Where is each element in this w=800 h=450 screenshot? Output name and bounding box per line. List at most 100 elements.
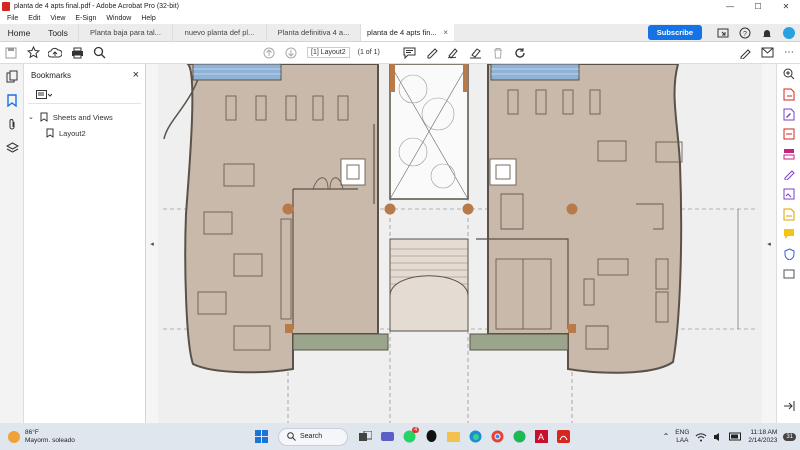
- wifi-icon[interactable]: [695, 432, 707, 442]
- menu-edit[interactable]: Edit: [25, 15, 43, 22]
- collapse-right-panel-icon[interactable]: ◂: [762, 64, 776, 423]
- send-for-signature-icon[interactable]: [777, 184, 800, 204]
- document-canvas[interactable]: [158, 64, 762, 423]
- clock-time: 11:18 AM: [750, 428, 778, 436]
- more-tools-icon[interactable]: [777, 264, 800, 284]
- export-pdf-icon[interactable]: [777, 84, 800, 104]
- weather-widget[interactable]: 86°F Mayorm. soleado: [8, 429, 148, 445]
- battery-icon[interactable]: [729, 432, 742, 441]
- more-options-icon[interactable]: ⋯: [780, 44, 798, 62]
- menu-view[interactable]: View: [47, 15, 68, 22]
- chevron-down-icon[interactable]: ⌄: [28, 113, 34, 121]
- rotate-icon[interactable]: [511, 44, 529, 62]
- input-language[interactable]: ENG LAA: [675, 429, 689, 445]
- notification-badge: 4: [412, 426, 419, 433]
- comment-tool-icon[interactable]: [777, 224, 800, 244]
- tab-home[interactable]: Home: [0, 24, 38, 41]
- notifications-bell-icon[interactable]: [759, 25, 775, 41]
- file-explorer-icon[interactable]: [443, 427, 463, 447]
- next-page-icon[interactable]: [282, 44, 300, 62]
- windows-start-icon[interactable]: [251, 427, 271, 447]
- stamp-icon[interactable]: [467, 44, 485, 62]
- task-view-icon[interactable]: [355, 427, 375, 447]
- edit-pdf-icon[interactable]: [777, 104, 800, 124]
- page-number-input[interactable]: [1] Layout2: [307, 47, 350, 58]
- tab-tools[interactable]: Tools: [38, 24, 78, 41]
- email-envelope-icon[interactable]: [758, 44, 776, 62]
- collapse-left-panel-icon[interactable]: ◂: [146, 64, 158, 423]
- chat-icon[interactable]: [377, 427, 397, 447]
- lang-primary: ENG: [675, 428, 690, 436]
- close-panel-icon[interactable]: ×: [133, 69, 139, 81]
- menu-file[interactable]: File: [4, 15, 21, 22]
- bookmark-icon: [46, 128, 54, 138]
- comment-icon[interactable]: [401, 44, 419, 62]
- menu-window[interactable]: Window: [103, 15, 134, 22]
- user-avatar-icon[interactable]: [781, 25, 797, 41]
- bookmarks-ribbon-icon[interactable]: [0, 88, 24, 112]
- minimize-button[interactable]: —: [716, 2, 744, 11]
- share-window-icon[interactable]: [715, 25, 731, 41]
- bookmark-item-layout2[interactable]: Layout2: [24, 125, 145, 141]
- zoom-icon[interactable]: [777, 64, 800, 84]
- highlight-pen-icon[interactable]: [423, 44, 441, 62]
- edge-browser-icon[interactable]: [465, 427, 485, 447]
- export-document-icon[interactable]: [777, 204, 800, 224]
- left-navigation-rail: [0, 64, 24, 423]
- document-tab[interactable]: Planta baja para tal...: [78, 24, 172, 41]
- clock-date: 2/14/2023: [748, 436, 778, 444]
- volume-icon[interactable]: [713, 432, 723, 442]
- page-thumbnails-icon[interactable]: [0, 64, 24, 88]
- maximize-button[interactable]: ☐: [744, 2, 772, 11]
- expand-panel-icon[interactable]: [777, 396, 800, 416]
- bookmark-star-icon[interactable]: [24, 44, 42, 62]
- whatsapp-icon[interactable]: 4: [399, 426, 419, 447]
- close-window-button[interactable]: ✕: [772, 2, 800, 11]
- toolbar: [1] Layout2 (1 of 1) ⋯: [0, 42, 800, 64]
- title-bar: planta de 4 apts final.pdf - Adobe Acrob…: [0, 0, 800, 12]
- bookmark-options-dropdown[interactable]: [28, 86, 141, 104]
- layers-icon[interactable]: [0, 136, 24, 160]
- windows-taskbar: 86°F Mayorm. soleado Search 4 A ⌃ ENG LA…: [0, 423, 800, 450]
- search-label: Search: [300, 433, 323, 440]
- spotify-icon[interactable]: [509, 427, 529, 447]
- save-icon[interactable]: [2, 44, 20, 62]
- help-icon[interactable]: ?: [737, 25, 753, 41]
- document-tab-label: planta de 4 apts fin...: [367, 28, 437, 37]
- print-icon[interactable]: [68, 44, 86, 62]
- previous-page-icon[interactable]: [260, 44, 278, 62]
- chrome-icon[interactable]: [487, 427, 507, 447]
- cloud-upload-icon[interactable]: [46, 44, 64, 62]
- search-icon: [287, 432, 296, 441]
- menu-help[interactable]: Help: [138, 15, 158, 22]
- close-tab-icon[interactable]: ×: [443, 28, 448, 37]
- svg-text:?: ?: [743, 31, 747, 38]
- draw-freeform-icon[interactable]: [445, 44, 463, 62]
- acrobat-taskbar-icon[interactable]: [553, 427, 573, 447]
- bookmark-item-sheets[interactable]: ⌄ Sheets and Views: [24, 109, 145, 125]
- svg-text:A: A: [538, 432, 544, 442]
- attachments-paperclip-icon[interactable]: [0, 112, 24, 136]
- chevron-up-icon[interactable]: ⌃: [663, 432, 670, 441]
- document-tab[interactable]: Planta definitiva 4 a...: [266, 24, 360, 41]
- floor-plan-drawing: [163, 64, 758, 423]
- alien-app-icon[interactable]: [421, 427, 441, 447]
- delete-trash-icon[interactable]: [489, 44, 507, 62]
- bookmark-icon: [40, 112, 48, 122]
- search-zoom-icon[interactable]: [90, 44, 108, 62]
- autocad-icon[interactable]: A: [531, 427, 551, 447]
- subscribe-button[interactable]: Subscribe: [647, 25, 702, 40]
- document-tab[interactable]: nuevo planta def pl...: [172, 24, 266, 41]
- protect-shield-icon[interactable]: [777, 244, 800, 264]
- sign-pen-icon[interactable]: [736, 44, 754, 62]
- document-tab-active[interactable]: planta de 4 apts fin... ×: [360, 24, 454, 41]
- fill-sign-icon[interactable]: [777, 164, 800, 184]
- taskbar-search[interactable]: Search: [278, 427, 348, 446]
- menu-esign[interactable]: E-Sign: [72, 15, 99, 22]
- create-pdf-icon[interactable]: [777, 124, 800, 144]
- bookmarks-panel: Bookmarks × ⌄ Sheets and Views Layout2: [24, 64, 146, 423]
- notification-count-badge[interactable]: 31: [783, 432, 796, 441]
- system-clock[interactable]: 11:18 AM 2/14/2023: [748, 429, 777, 445]
- panel-title: Bookmarks: [31, 70, 72, 80]
- organize-pages-icon[interactable]: [777, 144, 800, 164]
